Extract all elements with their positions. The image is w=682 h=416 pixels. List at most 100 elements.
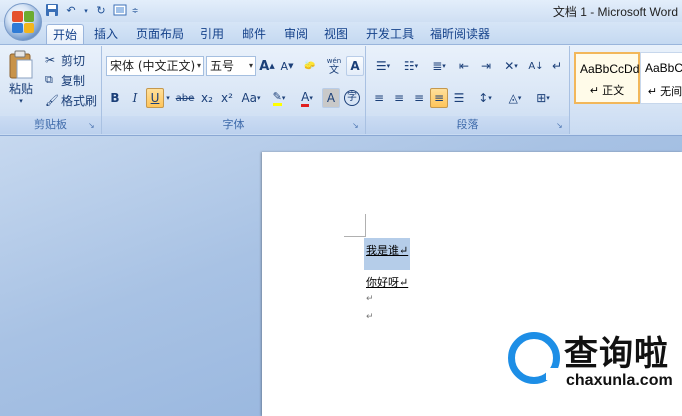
font-launcher-icon[interactable]: ↘ <box>352 121 362 131</box>
document-line[interactable]: 我是谁↵ <box>366 242 408 258</box>
paste-label: 粘贴 <box>8 81 33 96</box>
paragraph-mark: ↵ <box>366 312 374 322</box>
underline-dropdown-icon[interactable]: ▾ <box>164 88 172 108</box>
tab-foxit-reader[interactable]: 福昕阅读器 <box>424 24 496 44</box>
font-color-button[interactable]: A ▾ <box>294 88 320 108</box>
shrink-font-button[interactable]: A ▼ <box>278 56 296 76</box>
style-normal[interactable]: AaBbCcDdI ↵ 正文 <box>574 52 640 104</box>
office-logo-icon <box>12 11 34 33</box>
multilevel-list-button[interactable]: ≣ ▾ <box>426 56 452 76</box>
enclose-char-button[interactable]: 字 <box>342 88 362 108</box>
align-center-button[interactable]: ≡ <box>390 88 408 108</box>
tab-insert[interactable]: 插入 <box>88 24 124 44</box>
paste-button[interactable]: 粘贴 ▾ <box>4 48 38 106</box>
undo-icon[interactable]: ↶ <box>63 3 79 19</box>
format-painter-label: 格式刷 <box>61 93 98 108</box>
strikethrough-label: abe <box>175 92 195 104</box>
tab-references[interactable]: 引用 <box>194 24 230 44</box>
font-size-dropdown-icon[interactable]: ▾ <box>249 57 253 75</box>
underline-button[interactable]: U <box>146 88 164 108</box>
align-left-icon: ≡ <box>373 91 385 105</box>
office-button[interactable] <box>4 3 42 41</box>
align-center-icon: ≡ <box>393 91 405 105</box>
char-border-button[interactable]: A <box>346 56 364 76</box>
style-name: ↵ 正文 <box>589 85 625 97</box>
change-case-label: Aa <box>241 91 258 105</box>
tab-home[interactable]: 开始 <box>46 24 85 44</box>
font-color-icon: A <box>301 90 310 107</box>
paste-icon <box>9 50 33 78</box>
decrease-indent-icon: ⇤ <box>458 59 470 73</box>
grow-font-button[interactable]: A ▲ <box>258 56 276 76</box>
enclose-char-icon: 字 <box>344 90 360 106</box>
char-shading-label: A <box>326 91 336 105</box>
save-icon[interactable] <box>44 3 60 19</box>
dropdown-arrow-icon[interactable]: ▾ <box>82 3 90 19</box>
tab-page-layout[interactable]: 页面布局 <box>130 24 190 44</box>
bullets-button[interactable]: ☰ ▾ <box>370 56 396 76</box>
justify-icon: ≡ <box>433 91 445 105</box>
shrink-font-label: A <box>280 59 289 73</box>
align-left-button[interactable]: ≡ <box>370 88 388 108</box>
scissors-icon: ✂ <box>45 53 56 67</box>
font-size-value: 五号 <box>210 59 235 73</box>
line-spacing-button[interactable]: ↕ ▾ <box>472 88 498 108</box>
justify-button[interactable]: ≡ <box>430 88 448 108</box>
watermark-text-cn: 查询啦 <box>564 334 669 374</box>
paint-bucket-icon: ◬ <box>508 91 518 105</box>
style-no-spacing[interactable]: AaBbCc ↵ 无间 <box>640 52 682 104</box>
decrease-indent-button[interactable]: ⇤ <box>454 56 474 76</box>
phonetic-guide-button[interactable]: wén 文 <box>324 56 344 76</box>
tab-view[interactable]: 视图 <box>318 24 354 44</box>
tab-developer[interactable]: 开发工具 <box>360 24 420 44</box>
font-name-combo[interactable]: 宋体 (中文正文) ▾ <box>106 56 204 76</box>
customize-qat-icon[interactable]: ≑ <box>131 3 139 19</box>
subscript-button[interactable]: x₂ <box>198 88 216 108</box>
grow-font-label: A <box>259 58 270 74</box>
format-painter-button[interactable]: 🖌 格式刷 <box>44 90 100 110</box>
print-preview-icon[interactable] <box>112 3 128 19</box>
show-marks-button[interactable]: ↵ <box>548 56 566 76</box>
copy-button[interactable]: ⧉ 复制 <box>44 70 96 90</box>
change-case-button[interactable]: Aa ▾ <box>238 88 264 108</box>
document-line[interactable]: 你好呀↵ <box>366 274 408 290</box>
crop-mark <box>344 236 366 237</box>
chinese-layout-button[interactable]: ✕ ▾ <box>498 56 524 76</box>
distributed-icon: ☰ <box>453 91 465 105</box>
redo-icon[interactable]: ↻ <box>93 3 109 19</box>
italic-button[interactable]: I <box>126 88 144 108</box>
quick-access-toolbar: ↶ ▾ ↻ ≑ <box>44 3 139 19</box>
tab-review[interactable]: 审阅 <box>278 24 314 44</box>
char-shading-button[interactable]: A <box>322 88 340 108</box>
superscript-button[interactable]: x² <box>218 88 236 108</box>
copy-label: 复制 <box>61 73 86 88</box>
increase-indent-icon: ⇥ <box>480 59 492 73</box>
cut-button[interactable]: ✂ 剪切 <box>44 50 96 70</box>
underline-label: U <box>150 91 160 105</box>
watermark-text-en: chaxunla.com <box>566 372 673 389</box>
font-group-label: 字体 <box>102 116 365 134</box>
tab-mailings[interactable]: 邮件 <box>236 24 272 44</box>
highlight-button[interactable]: ✎ ▾ <box>266 88 292 108</box>
increase-indent-button[interactable]: ⇥ <box>476 56 496 76</box>
numbering-icon: ☷ <box>403 59 415 73</box>
paragraph-launcher-icon[interactable]: ↘ <box>556 121 566 131</box>
paste-dropdown-icon[interactable]: ▾ <box>19 97 23 105</box>
paragraph-mark: ↵ <box>366 294 374 304</box>
clear-format-button[interactable]: 🧽 <box>298 56 322 76</box>
clipboard-launcher-icon[interactable]: ↘ <box>88 121 98 131</box>
font-name-dropdown-icon[interactable]: ▾ <box>197 57 201 75</box>
bold-button[interactable]: B <box>106 88 124 108</box>
phonetic-icon: 文 <box>329 65 339 76</box>
shading-button[interactable]: ◬ ▾ <box>502 88 528 108</box>
borders-button[interactable]: ⊞ ▾ <box>530 88 556 108</box>
highlighter-icon: ✎ <box>272 90 282 106</box>
strikethrough-button[interactable]: abe <box>174 88 196 108</box>
paragraph-mark-icon: ↵ <box>551 59 563 73</box>
numbering-button[interactable]: ☷ ▾ <box>398 56 424 76</box>
font-size-combo[interactable]: 五号 ▾ <box>206 56 256 76</box>
align-right-button[interactable]: ≡ <box>410 88 428 108</box>
sort-button[interactable]: A↓ <box>526 56 546 76</box>
distributed-button[interactable]: ☰ <box>450 88 468 108</box>
style-sample: AaBbCcDdI <box>580 62 640 76</box>
